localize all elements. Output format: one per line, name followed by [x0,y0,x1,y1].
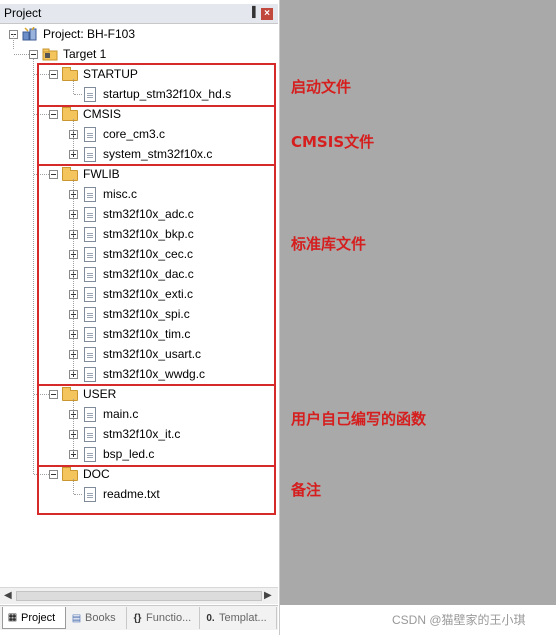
tab-templates[interactable]: 0. Templat... [201,607,277,629]
tab-functions[interactable]: {} Functio... [128,607,200,629]
pin-icon[interactable]: ▐ [246,7,258,19]
books-icon: ▤ [71,612,82,624]
annotation-startup: 启动文件 [291,78,352,96]
user-highlight-box [37,384,276,467]
tree-connector [13,34,14,49]
tree-connector [14,54,29,55]
tab-books[interactable]: ▤ Books [67,607,127,629]
scroll-thumb[interactable] [16,591,262,601]
templates-icon: 0. [206,612,215,624]
annotation-cmsis: CMSIS文件 [291,133,375,151]
panel-titlebar: Project ▐ × [0,4,278,24]
collapse-icon[interactable] [29,49,38,59]
project-name-label: Project: BH-F103 [43,27,136,41]
panel-title: Project [4,6,42,20]
tab-functions-label: Functio... [146,612,192,624]
fwlib-highlight-box [37,164,276,386]
cmsis-highlight-box [37,105,276,166]
close-icon[interactable]: × [261,8,273,20]
horizontal-scrollbar[interactable]: ◀ ▶ [0,587,278,604]
tree-project-row[interactable]: Project: BH-F103 [9,25,135,43]
doc-highlight-box [37,465,276,515]
startup-highlight-box [37,63,276,107]
annotation-fwlib: 标准库文件 [291,235,367,253]
tab-project[interactable]: ▦ Project [2,607,66,629]
panel-tabs: ▦ Project ▤ Books {} Functio... 0. Templ… [0,605,278,630]
watermark: CSDN @猫壁家的王小琪 [392,613,526,627]
scroll-left-icon[interactable]: ◀ [4,590,12,601]
tab-templates-label: Templat... [219,612,267,624]
functions-icon: {} [133,612,142,624]
tab-project-label: Project [21,611,56,624]
scroll-right-icon[interactable]: ▶ [264,590,272,601]
target-folder-icon [42,47,58,61]
annotation-doc: 备注 [291,481,322,499]
project-tab-icon: ▦ [7,612,18,623]
tab-books-label: Books [85,612,116,624]
tree-connector [33,59,34,474]
annotation-user: 用户自己编写的函数 [291,410,427,428]
project-icon [22,26,38,41]
tree-target-row[interactable]: Target 1 [29,45,106,63]
target-name-label: Target 1 [63,47,107,61]
